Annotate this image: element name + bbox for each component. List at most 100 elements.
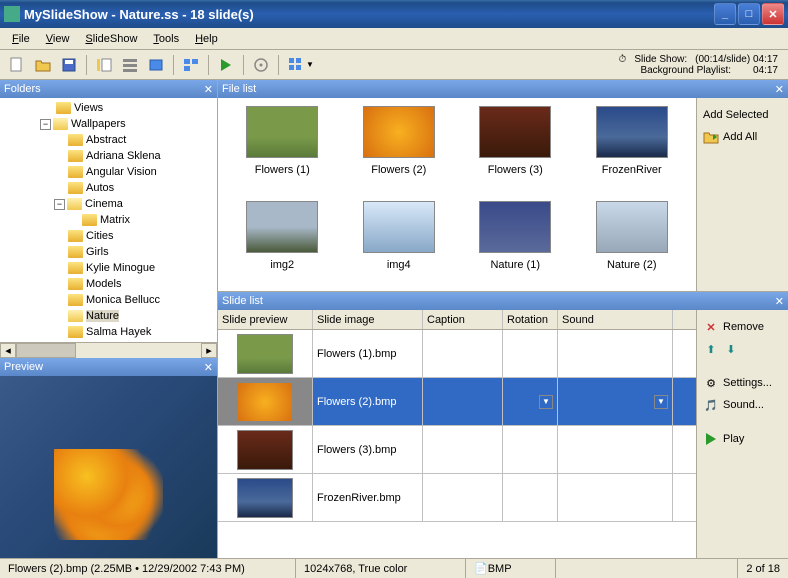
folder-icon: [82, 214, 97, 226]
thumbnail-image: [246, 106, 318, 158]
view3-button[interactable]: [144, 53, 168, 77]
menubar: File View SlideShow Tools Help: [0, 28, 788, 50]
sound-dropdown-icon[interactable]: ▼: [654, 395, 668, 409]
add-all-icon: [703, 129, 719, 145]
folder-open-icon: [68, 310, 83, 322]
menu-view[interactable]: View: [38, 31, 78, 47]
filelist-panel: File list✕ Flowers (1) Flowers (2) Flowe…: [218, 80, 788, 292]
folder-icon: [56, 102, 71, 114]
file-item[interactable]: Flowers (2): [343, 106, 456, 189]
slide-thumb: [237, 382, 293, 422]
slide-thumb: [237, 334, 293, 374]
col-preview[interactable]: Slide preview: [218, 310, 313, 329]
move-down-icon[interactable]: ⬇: [723, 341, 739, 357]
thumbnail-image: [246, 201, 318, 253]
slide-row-selected[interactable]: Flowers (2).bmp ▼ ▼: [218, 378, 696, 426]
folder-icon: [68, 134, 83, 146]
thumbnail-image: [596, 106, 668, 158]
view4-button[interactable]: [179, 53, 203, 77]
slide-grid[interactable]: Slide preview Slide image Caption Rotati…: [218, 310, 696, 558]
settings-button[interactable]: ⚙Settings...: [701, 372, 784, 394]
folders-close-icon[interactable]: ✕: [204, 83, 213, 96]
slide-row[interactable]: Flowers (1).bmp: [218, 330, 696, 378]
folder-icon: [68, 326, 83, 338]
menu-file[interactable]: File: [4, 31, 38, 47]
tree-selected[interactable]: Nature: [86, 310, 119, 322]
slide-row[interactable]: FrozenRiver.bmp: [218, 474, 696, 522]
folder-icon: [68, 166, 83, 178]
remove-button[interactable]: ✕Remove: [701, 316, 784, 338]
thumbview-button[interactable]: ▼: [284, 53, 318, 77]
col-image[interactable]: Slide image: [313, 310, 423, 329]
slidelist-title: Slide list: [222, 295, 263, 307]
col-sound[interactable]: Sound: [558, 310, 673, 329]
thumbnail-image: [479, 106, 551, 158]
folder-icon: [68, 150, 83, 162]
preview-panel: Preview ✕: [0, 358, 217, 558]
save-button[interactable]: [57, 53, 81, 77]
menu-help[interactable]: Help: [187, 31, 226, 47]
statusbar: Flowers (2).bmp (2.25MB • 12/29/2002 7:4…: [0, 558, 788, 578]
file-item[interactable]: img4: [343, 201, 456, 284]
window-title: MySlideShow - Nature.ss - 18 slide(s): [24, 7, 712, 22]
sound-icon: 🎵: [703, 397, 719, 413]
collapse-icon[interactable]: −: [54, 199, 65, 210]
slide-thumb: [237, 478, 293, 518]
file-item[interactable]: Flowers (1): [226, 106, 339, 189]
file-thumbnails[interactable]: Flowers (1) Flowers (2) Flowers (3) Froz…: [218, 98, 696, 291]
slidelist-close-icon[interactable]: ✕: [775, 295, 784, 308]
menu-tools[interactable]: Tools: [145, 31, 187, 47]
minimize-button[interactable]: _: [714, 3, 736, 25]
titlebar: MySlideShow - Nature.ss - 18 slide(s) _ …: [0, 0, 788, 28]
col-caption[interactable]: Caption: [423, 310, 503, 329]
file-item[interactable]: FrozenRiver: [576, 106, 689, 189]
thumbnail-image: [363, 201, 435, 253]
file-item[interactable]: img2: [226, 201, 339, 284]
slidelist-panel: Slide list ✕ Slide preview Slide image Ca…: [218, 292, 788, 558]
move-up-icon[interactable]: ⬆: [703, 341, 719, 357]
cd-button[interactable]: [249, 53, 273, 77]
play-icon: [703, 431, 719, 447]
file-item[interactable]: Flowers (3): [459, 106, 572, 189]
move-buttons: ⬆⬇: [701, 338, 784, 360]
folder-open-icon: [53, 118, 68, 130]
play-button[interactable]: [214, 53, 238, 77]
preview-title: Preview: [4, 361, 43, 373]
slide-row[interactable]: Flowers (3).bmp: [218, 426, 696, 474]
sound-button[interactable]: 🎵Sound...: [701, 394, 784, 416]
preview-image: [0, 376, 217, 558]
view1-button[interactable]: [92, 53, 116, 77]
slide-thumb: [237, 430, 293, 470]
collapse-icon[interactable]: −: [40, 119, 51, 130]
folder-icon: [68, 246, 83, 258]
file-item[interactable]: Nature (2): [576, 201, 689, 284]
folder-icon: [68, 262, 83, 274]
folders-title: Folders: [4, 83, 41, 95]
file-item[interactable]: Nature (1): [459, 201, 572, 284]
toolbar-info: ⏱ Slide Show:(00:14/slide) 04:17 Backgro…: [619, 54, 784, 76]
folder-icon: [68, 182, 83, 194]
thumbnail-image: [363, 106, 435, 158]
rotation-dropdown-icon[interactable]: ▼: [539, 395, 553, 409]
status-dims: 1024x768, True color: [296, 559, 466, 578]
preview-close-icon[interactable]: ✕: [204, 361, 213, 374]
open-button[interactable]: [31, 53, 55, 77]
maximize-button[interactable]: □: [738, 3, 760, 25]
filelist-close-icon[interactable]: ✕: [775, 83, 784, 96]
menu-slideshow[interactable]: SlideShow: [77, 31, 145, 47]
folder-icon: [68, 294, 83, 306]
new-button[interactable]: [5, 53, 29, 77]
close-button[interactable]: ✕: [762, 3, 784, 25]
remove-icon: ✕: [703, 319, 719, 335]
folder-open-icon: [67, 198, 82, 210]
grid-header: Slide preview Slide image Caption Rotati…: [218, 310, 696, 330]
view2-button[interactable]: [118, 53, 142, 77]
col-rotation[interactable]: Rotation: [503, 310, 558, 329]
thumbnail-image: [596, 201, 668, 253]
add-all-button[interactable]: Add All: [701, 126, 784, 148]
folders-hscroll[interactable]: ◂▸: [0, 342, 217, 358]
status-fmt: 📄 BMP: [466, 559, 556, 578]
play-slide-button[interactable]: Play: [701, 428, 784, 450]
add-selected-button[interactable]: Add Selected: [701, 104, 784, 126]
folder-tree[interactable]: Views −Wallpapers Abstract Adriana Sklen…: [0, 98, 217, 342]
